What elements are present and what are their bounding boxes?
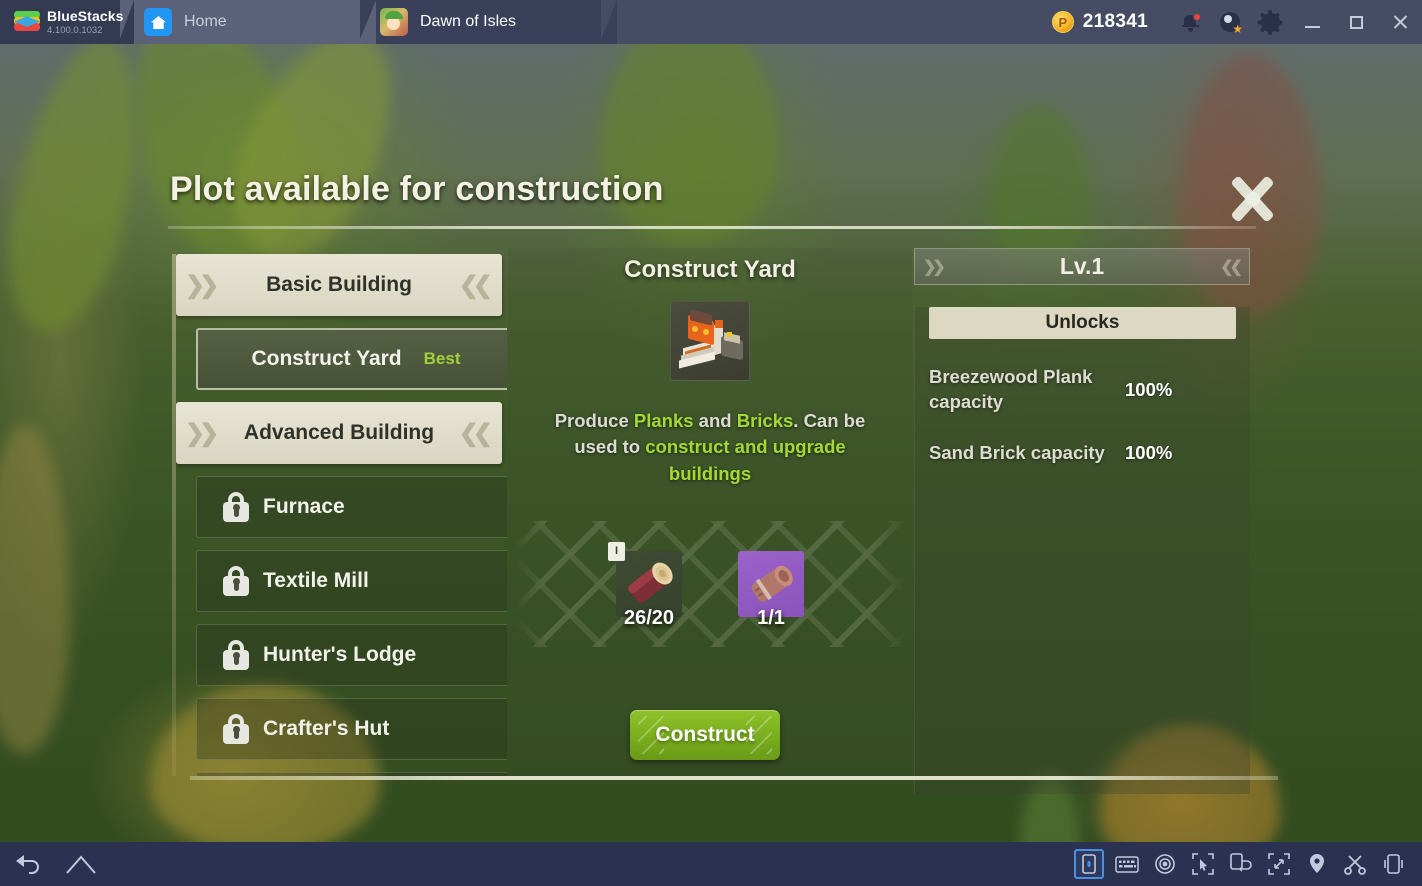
category-basic-building-label: Basic Building xyxy=(266,273,412,296)
unlock-name: Sand Brick capacity xyxy=(929,441,1105,463)
upgrade-info-panel: ❯❯ Lv.1 ❮❮ Unlocks Breezewood Plank capa… xyxy=(912,248,1252,794)
construction-modal: Plot available for construction ❯❯ Basic… xyxy=(168,130,1282,794)
list-item-label: Crafter's Hut xyxy=(263,717,390,740)
category-basic-building[interactable]: ❯❯ Basic Building ❮❮ xyxy=(176,254,502,316)
desc-part-planks: Planks xyxy=(633,410,694,431)
building-list[interactable]: ❯❯ Basic Building ❮❮ Construct Yard Best… xyxy=(172,254,507,776)
chevron-right-icon: ❯❯ xyxy=(185,271,219,299)
bottom-divider xyxy=(190,776,1278,780)
desc-part-bricks: Bricks xyxy=(736,410,794,431)
rotate-screen-icon[interactable] xyxy=(1226,849,1256,879)
points-amount: 218341 xyxy=(1082,11,1148,32)
status-badge: Best xyxy=(423,349,461,368)
scissors-icon[interactable] xyxy=(1340,849,1370,879)
category-advanced-building-label: Advanced Building xyxy=(243,421,435,444)
list-item-construct-yard[interactable]: Construct Yard Best xyxy=(196,328,507,390)
brand-name: BlueStacks xyxy=(47,7,124,24)
lock-icon xyxy=(223,640,249,670)
location-pin-icon[interactable] xyxy=(1302,849,1332,879)
cost-quantity: 1/1 xyxy=(757,606,785,629)
close-icon[interactable] xyxy=(1378,0,1422,44)
unlocks-header: Unlocks xyxy=(929,307,1236,339)
chevron-right-icon: ❯❯ xyxy=(185,419,219,447)
brand-version: 4.100.0.1032 xyxy=(47,24,103,36)
chevron-left-icon: ❮❮ xyxy=(1220,258,1243,276)
tab-home-label: Home xyxy=(184,13,227,30)
title-divider xyxy=(168,226,1256,229)
points-display[interactable]: P 218341 xyxy=(1051,11,1148,33)
list-item-crafters-hut[interactable]: Crafter's Hut xyxy=(196,698,507,760)
ornament-pattern xyxy=(514,520,906,647)
shake-device-icon[interactable] xyxy=(1378,849,1408,879)
cost-quantity: 26/20 xyxy=(623,606,675,629)
page-title: Plot available for construction xyxy=(170,170,664,208)
gear-icon[interactable] xyxy=(1250,0,1290,44)
game-avatar-icon xyxy=(380,8,408,36)
list-item-textile-mill[interactable]: Textile Mill xyxy=(196,550,507,612)
fullscreen-icon[interactable] xyxy=(1264,849,1294,879)
list-item-label: Textile Mill xyxy=(263,569,369,592)
eye-icon[interactable] xyxy=(1150,849,1180,879)
list-item-label: Hunter's Lodge xyxy=(263,643,417,666)
lock-icon xyxy=(223,714,249,744)
desc-part-2: and xyxy=(693,410,737,431)
bluestacks-brand: BlueStacks 4.100.0.1032 xyxy=(0,0,134,44)
game-viewport[interactable]: Plot available for construction ❯❯ Basic… xyxy=(0,44,1422,842)
bluestacks-logo-icon xyxy=(14,11,40,33)
unlock-row: Breezewood Plank capacity 100% xyxy=(929,365,1236,415)
lock-icon xyxy=(223,492,249,522)
lock-orientation-icon[interactable] xyxy=(1074,849,1104,879)
chevron-right-icon: ❯❯ xyxy=(923,258,946,276)
list-item-label: Construct Yard xyxy=(251,347,402,370)
pointer-select-icon[interactable] xyxy=(1188,849,1218,879)
home-icon[interactable] xyxy=(66,849,96,879)
list-item-hunters-lodge[interactable]: Hunter's Lodge xyxy=(196,624,507,686)
cost-item-sand-brick[interactable]: 1/1 xyxy=(738,550,804,629)
lock-icon xyxy=(223,566,249,596)
level-label: Lv.1 xyxy=(1059,253,1105,279)
tab-dawn-of-isles-label: Dawn of Isles xyxy=(420,13,517,30)
close-x-icon[interactable] xyxy=(1224,170,1282,228)
desc-part-upgrade: construct and upgrade buildings xyxy=(645,436,846,484)
unlock-value: 100% xyxy=(1125,378,1173,400)
detail-description: Produce Planks and Bricks. Can be used t… xyxy=(534,408,886,487)
bluestacks-titlebar: BlueStacks 4.100.0.1032 Home Dawn of Isl… xyxy=(0,0,1422,44)
detail-title: Construct Yard xyxy=(624,256,796,283)
construct-yard-building-icon xyxy=(670,301,750,381)
minimize-icon[interactable] xyxy=(1290,0,1334,44)
unlock-row: Sand Brick capacity 100% xyxy=(929,441,1236,466)
building-detail-panel: Construct Yard Produce Planks and Bricks… xyxy=(508,248,912,776)
chevron-left-icon: ❮❮ xyxy=(458,271,493,299)
macro-star-icon[interactable] xyxy=(1210,0,1250,44)
bluestacks-bottom-toolbar xyxy=(0,842,1422,886)
cost-item-breezewood-log[interactable]: I 26/20 xyxy=(608,541,682,629)
grade-badge: I xyxy=(608,541,625,561)
back-icon[interactable] xyxy=(14,849,44,879)
tab-home[interactable]: Home xyxy=(120,0,376,44)
keyboard-icon[interactable] xyxy=(1112,849,1142,879)
bell-icon[interactable] xyxy=(1170,0,1210,44)
tab-dawn-of-isles[interactable]: Dawn of Isles xyxy=(356,0,617,44)
construct-button[interactable]: Construct xyxy=(630,710,780,760)
list-item-label: Furnace xyxy=(263,495,345,518)
points-coin-icon: P xyxy=(1051,11,1074,33)
construction-cost-list: I 26/20 1/1 xyxy=(514,520,906,647)
desc-part-0: Produce xyxy=(554,410,634,431)
unlock-name: Breezewood Plank capacity xyxy=(929,366,1093,412)
level-header: ❯❯ Lv.1 ❮❮ xyxy=(914,248,1250,285)
category-advanced-building[interactable]: ❯❯ Advanced Building ❮❮ xyxy=(176,402,502,464)
home-icon xyxy=(144,8,172,36)
chevron-left-icon: ❮❮ xyxy=(458,419,493,447)
unlocks-body: Unlocks Breezewood Plank capacity 100% S… xyxy=(914,307,1250,794)
unlock-value: 100% xyxy=(1125,442,1173,464)
list-item-furnace[interactable]: Furnace xyxy=(196,476,507,538)
maximize-icon[interactable] xyxy=(1334,0,1378,44)
